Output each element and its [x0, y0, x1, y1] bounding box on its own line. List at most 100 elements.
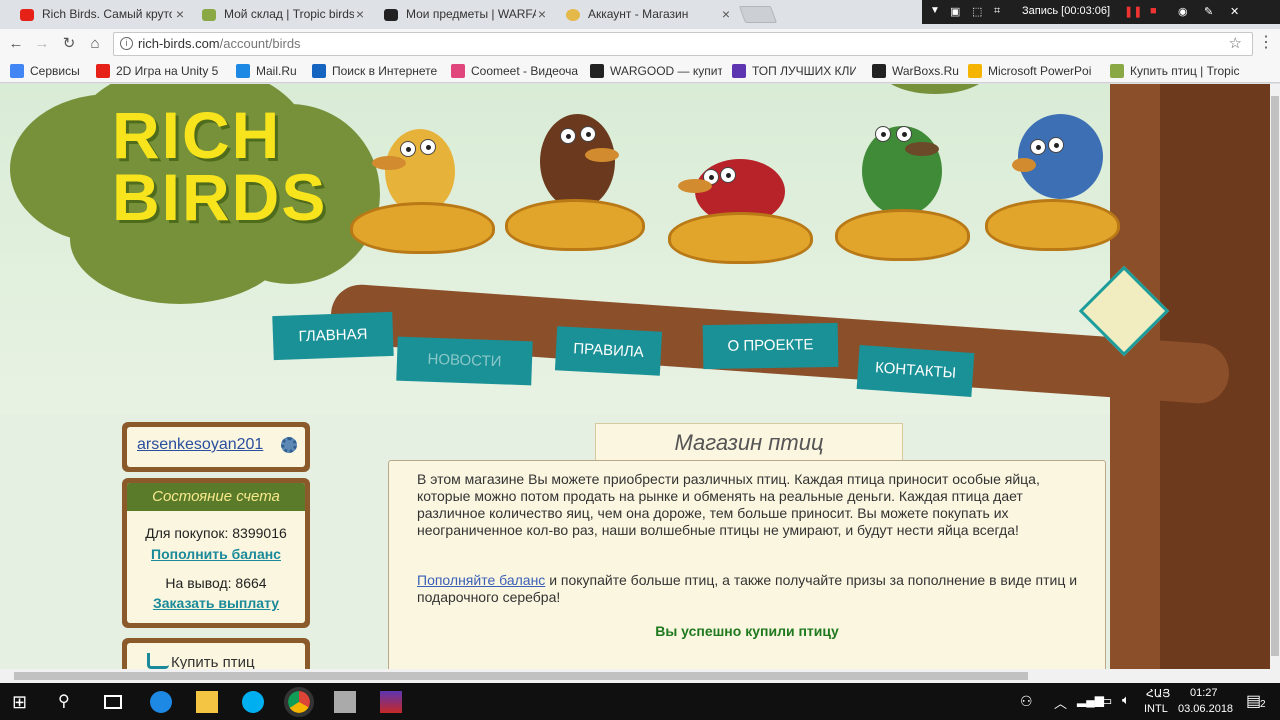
- mail-icon: [236, 64, 250, 78]
- topup-balance-link[interactable]: Пополнить баланс: [127, 546, 305, 562]
- bookmark-label: Поиск в Интернете: [332, 64, 438, 78]
- back-icon[interactable]: ←: [6, 34, 26, 54]
- nav-contacts[interactable]: КОНТАКТЫ: [856, 345, 975, 397]
- site-logo[interactable]: RICH BIRDS: [112, 98, 352, 230]
- bookmark-item[interactable]: ТОП ЛУЧШИХ КЛИ: [732, 63, 856, 79]
- battery-icon[interactable]: ▭: [1100, 693, 1112, 709]
- windows-taskbar: ⊞ ⚲ ⚇ ︿ ▂▄▆ ▭ 🔈︎ ՀԱՅ INTL 01:27 03.06.20…: [0, 683, 1280, 720]
- file-explorer-icon[interactable]: [196, 691, 218, 713]
- clock-time[interactable]: 01:27: [1190, 687, 1218, 699]
- tab-account-shop[interactable]: Аккаунт - Магазин ×: [552, 2, 738, 29]
- shop-intro: В этом магазине Вы можете приобрести раз…: [417, 471, 1040, 538]
- bird-eye: [1030, 139, 1046, 155]
- chrome-icon[interactable]: [284, 687, 314, 717]
- camera-icon[interactable]: ◉: [1178, 5, 1188, 18]
- recorder-label: Запись [00:03:06]: [1022, 5, 1111, 17]
- success-message: Вы успешно купили птицу: [655, 623, 839, 639]
- people-icon[interactable]: ⚇: [1020, 693, 1033, 710]
- bookmark-item[interactable]: WARGOOD — купит: [590, 63, 722, 79]
- edge-icon[interactable]: [150, 691, 172, 713]
- top-icon: [732, 64, 746, 78]
- winrar-icon[interactable]: [380, 691, 402, 713]
- warboxs-icon: [872, 64, 886, 78]
- cart-icon: [147, 653, 169, 669]
- skype-icon[interactable]: [242, 691, 264, 713]
- nav-news[interactable]: НОВОСТИ: [396, 336, 533, 386]
- close-tab-icon[interactable]: ×: [538, 2, 546, 27]
- close-icon[interactable]: ✕: [1230, 5, 1239, 18]
- bookmark-item[interactable]: Microsoft PowerPoi: [968, 63, 1096, 79]
- bird-eye: [875, 126, 891, 142]
- tab-title: Rich Birds. Самый крутой: [42, 7, 172, 21]
- bird-eye: [580, 126, 596, 142]
- topup-link[interactable]: Пополняйте баланс: [417, 572, 545, 588]
- coomeet-icon: [451, 64, 465, 78]
- wargood-icon: [590, 64, 604, 78]
- topup-paragraph: Пополняйте баланс и покупайте больше пти…: [417, 572, 1085, 606]
- task-view-icon[interactable]: [104, 695, 122, 709]
- new-tab-button[interactable]: [738, 6, 778, 23]
- address-bar[interactable]: i rich-birds.com/account/birds ☆: [113, 32, 1253, 56]
- vertical-scrollbar[interactable]: [1270, 84, 1280, 669]
- bookmark-item[interactable]: Mail.Ru: [236, 63, 306, 79]
- bookmark-item[interactable]: Сервисы: [10, 63, 86, 79]
- bird-beak: [372, 156, 406, 170]
- bookmark-label: Купить птиц | Tropic: [1130, 64, 1240, 78]
- scroll-thumb[interactable]: [14, 672, 1028, 680]
- page-title: Магазин птиц: [595, 423, 903, 463]
- scroll-thumb[interactable]: [1271, 96, 1279, 656]
- language-line-2[interactable]: INTL: [1144, 703, 1168, 715]
- logo-line-1: RICH: [112, 98, 282, 172]
- search-icon: [312, 64, 326, 78]
- apps-icon: [10, 64, 24, 78]
- close-tab-icon[interactable]: ×: [356, 2, 364, 27]
- bird-beak: [678, 179, 712, 193]
- youtube-icon: [96, 64, 110, 78]
- horizontal-scrollbar[interactable]: [0, 669, 1280, 683]
- nest-icon: [835, 209, 970, 261]
- crop-icon[interactable]: ⌗: [994, 5, 1000, 18]
- chevron-up-icon[interactable]: ︿: [1054, 693, 1067, 712]
- app-icon[interactable]: [334, 691, 356, 713]
- dropdown-icon[interactable]: ▼: [930, 5, 940, 16]
- windows-start-icon[interactable]: ⊞: [12, 691, 34, 713]
- close-tab-icon[interactable]: ×: [176, 2, 184, 27]
- request-payout-link[interactable]: Заказать выплату: [127, 595, 305, 611]
- volume-icon[interactable]: 🔈︎: [1122, 692, 1130, 708]
- window-icon[interactable]: ▣: [950, 5, 960, 18]
- home-icon[interactable]: ⌂: [85, 34, 105, 54]
- browser-menu-icon[interactable]: ⋮: [1258, 32, 1274, 52]
- bookmark-item[interactable]: Купить птиц | Tropic: [1110, 63, 1240, 79]
- bookmark-item[interactable]: Поиск в Интернете: [312, 63, 442, 79]
- forward-icon[interactable]: →: [32, 34, 52, 54]
- bookmark-star-icon[interactable]: ☆: [1229, 33, 1242, 55]
- close-tab-icon[interactable]: ×: [722, 2, 730, 27]
- nav-home[interactable]: ГЛАВНАЯ: [272, 311, 394, 361]
- withdraw-balance: На вывод: 8664: [165, 575, 267, 591]
- bookmark-item[interactable]: WarBoxs.Ru: [872, 63, 960, 79]
- pause-icon[interactable]: ❚❚: [1124, 5, 1142, 18]
- gear-icon[interactable]: [281, 437, 297, 453]
- tab-warface[interactable]: Мои предметы | WARFA ×: [370, 2, 554, 29]
- bird-eye: [720, 167, 736, 183]
- nav-about[interactable]: О ПРОЕКТЕ: [702, 322, 839, 370]
- site-info-icon[interactable]: i: [120, 37, 133, 50]
- stop-icon[interactable]: ■: [1150, 5, 1157, 17]
- tab-tropic-birds[interactable]: Мой склад | Tropic birds ×: [188, 2, 372, 29]
- buy-birds-panel[interactable]: Купить птиц: [122, 638, 310, 669]
- bookmark-item[interactable]: Coomeet - Видеоча: [451, 63, 579, 79]
- region-icon[interactable]: ⬚: [972, 5, 982, 18]
- tab-rich-birds[interactable]: Rich Birds. Самый крутой ×: [6, 2, 192, 29]
- url-host: rich-birds.com: [138, 36, 220, 51]
- rich-birds-icon: [566, 9, 580, 21]
- nav-rules[interactable]: ПРАВИЛА: [554, 326, 663, 376]
- bird-eye: [400, 141, 416, 157]
- clock-date[interactable]: 03.06.2018: [1178, 703, 1233, 715]
- bookmark-item[interactable]: 2D Игра на Unity 5: [96, 63, 222, 79]
- pen-icon[interactable]: ✎: [1204, 5, 1213, 18]
- reload-icon[interactable]: ↻: [59, 34, 79, 54]
- notifications-icon[interactable]: ▤: [1246, 691, 1261, 711]
- search-icon[interactable]: ⚲: [58, 691, 80, 713]
- language-line-1[interactable]: ՀԱՅ: [1146, 687, 1170, 700]
- username-link[interactable]: arsenkesoyan201: [137, 436, 263, 454]
